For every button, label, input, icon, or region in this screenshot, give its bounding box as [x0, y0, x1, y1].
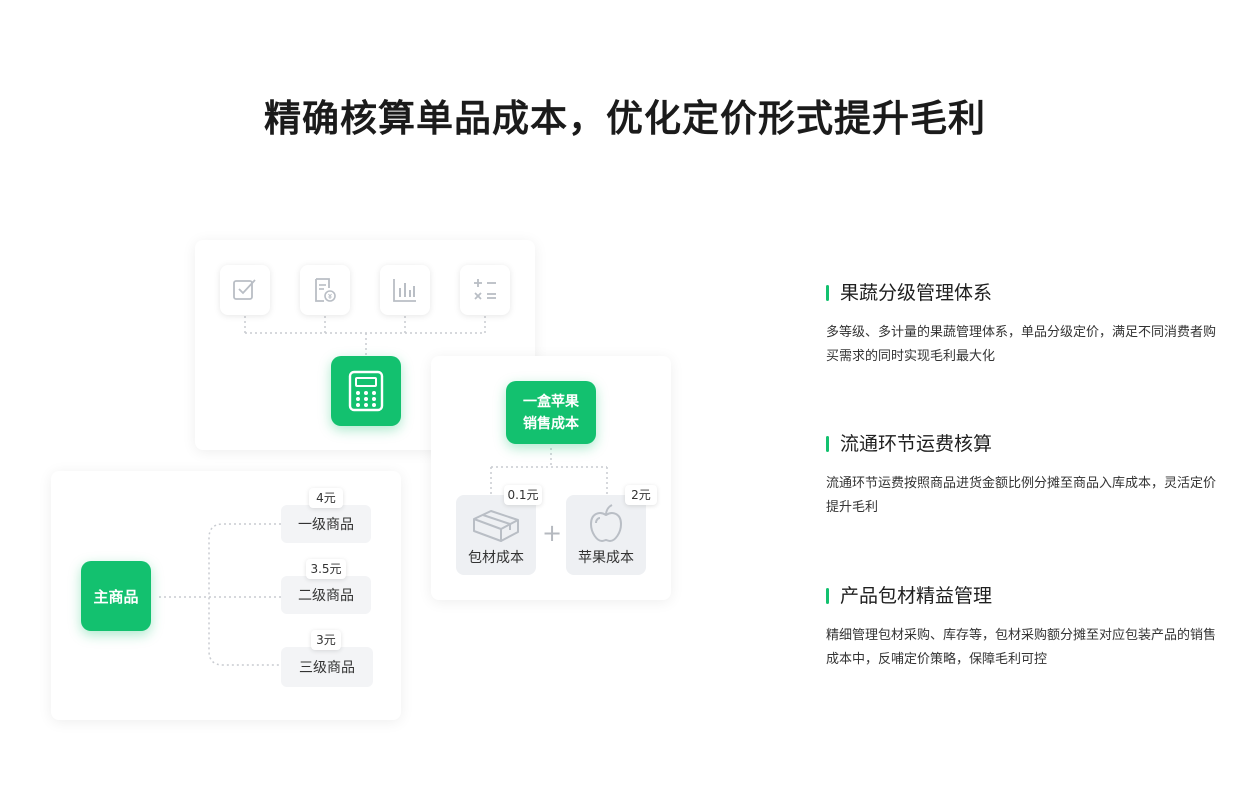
- packaging-price-tag: 0.1元: [504, 485, 542, 505]
- calculator-button: [331, 356, 401, 426]
- feature-grading: 果蔬分级管理体系 多等级、多计量的果蔬管理体系，单品分级定价，满足不同消费者购买…: [826, 281, 1226, 369]
- bar-chart-icon: [393, 279, 416, 302]
- page-title: 精确核算单品成本，优化定价形式提升毛利: [264, 97, 986, 140]
- apple-cost-node: 苹果成本: [566, 495, 646, 575]
- plus-operator: +: [542, 519, 563, 547]
- grade-1-price-tag: 4元: [309, 488, 343, 508]
- feature-description: 流通环节运费按照商品进货金额比例分摊至商品入库成本，灵活定价提升毛利: [826, 476, 1217, 515]
- checkbox-tile: [220, 265, 270, 315]
- product-tree-card: 主商品 一级商品 4元 二级商品 3.5元 三级商品 3元: [51, 471, 401, 720]
- feature-title: 流通环节运费核算: [826, 432, 1226, 456]
- apple-icon: [590, 504, 622, 542]
- feature-description: 多等级、多计量的果蔬管理体系，单品分级定价，满足不同消费者购买需求的同时实现毛利…: [826, 325, 1217, 364]
- packaging-cost-node: 包材成本: [456, 495, 536, 575]
- receipt-tile: [300, 265, 350, 315]
- grade-3-product-node: 三级商品: [281, 647, 373, 687]
- math-operators-tile: [460, 265, 510, 315]
- grade-1-product-node: 一级商品: [281, 505, 371, 543]
- grade-2-price-tag: 3.5元: [306, 559, 346, 579]
- apple-box-cost-node: 一盒苹果 销售成本: [506, 381, 596, 444]
- box-icon: [473, 510, 519, 542]
- calculator-icon: [348, 370, 384, 412]
- apple-price-tag: 2元: [625, 485, 657, 505]
- apple-cost-label: 苹果成本: [578, 550, 634, 566]
- feature-freight: 流通环节运费核算 流通环节运费按照商品进货金额比例分摊至商品入库成本，灵活定价提…: [826, 432, 1226, 520]
- feature-title: 果蔬分级管理体系: [826, 281, 1226, 305]
- main-product-node: 主商品: [81, 561, 151, 631]
- packaging-cost-label: 包材成本: [468, 550, 524, 566]
- bar-chart-tile: [380, 265, 430, 315]
- math-operators-icon: [474, 279, 496, 300]
- grade-2-product-node: 二级商品: [281, 576, 371, 614]
- apple-cost-card: 一盒苹果 销售成本 包材成本 0.1元 + 苹果成本 2元: [431, 356, 671, 600]
- receipt-icon: [315, 278, 336, 302]
- grade-3-price-tag: 3元: [311, 630, 341, 650]
- feature-title: 产品包材精益管理: [826, 584, 1226, 608]
- feature-packaging: 产品包材精益管理 精细管理包材采购、库存等，包材采购额分摊至对应包装产品的销售成…: [826, 584, 1226, 672]
- apple-box-cost-line1: 一盒苹果: [523, 393, 579, 410]
- apple-box-cost-line2: 销售成本: [523, 415, 579, 432]
- feature-description: 精细管理包材采购、库存等，包材采购额分摊至对应包装产品的销售成本中，反哺定价策略…: [826, 628, 1217, 667]
- checkbox-icon: [233, 279, 256, 300]
